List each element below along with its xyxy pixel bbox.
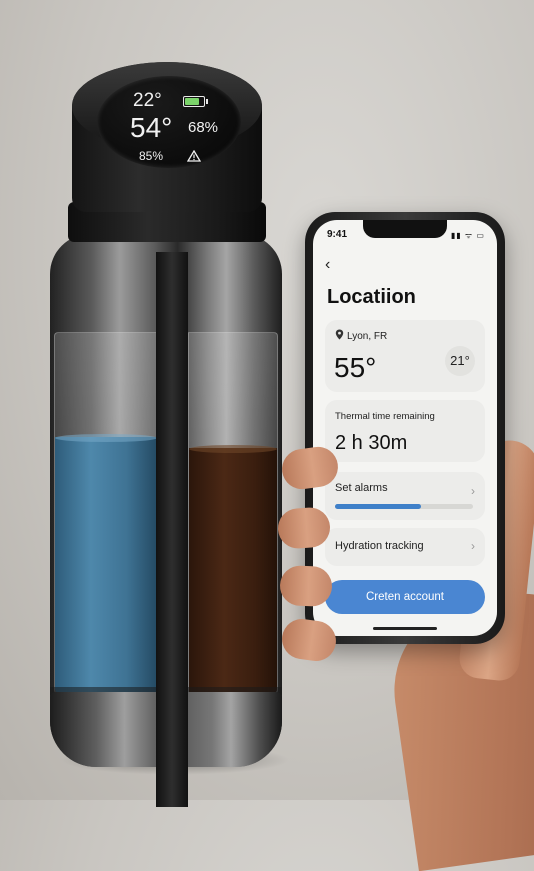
set-alarms-label: Set alarms [335, 482, 388, 494]
display-humidity: 68% [188, 119, 219, 136]
location-card[interactable]: Lyon, FR 55° 21° [325, 320, 485, 392]
warning-icon [187, 150, 201, 162]
status-time: 9:41 [327, 229, 348, 240]
display-level: 85% [139, 149, 164, 163]
hydration-tracking-item[interactable]: Hydration tracking › [325, 528, 485, 566]
location-temp-alt: 21° [445, 346, 475, 376]
chamber-divider [156, 252, 188, 807]
alarm-progress-track[interactable] [335, 504, 473, 509]
location-temp: 55° [334, 352, 377, 383]
create-account-button[interactable]: Creten account [325, 580, 485, 614]
thermal-label: Thermal time remaining [335, 411, 435, 422]
display-ambient-temp: 22° [133, 90, 162, 111]
battery-fill [185, 98, 200, 105]
chevron-left-icon[interactable]: ‹ [325, 256, 330, 274]
chevron-right-icon: › [471, 539, 475, 553]
smartphone: 9:41 ▮▮ ᯤ ▭ ‹ Locatiion Lyon, FR 55° 21°… [305, 212, 505, 644]
coffee-chamber [188, 332, 278, 694]
hydration-label: Hydration tracking [335, 540, 424, 552]
hand-finger [279, 565, 333, 607]
phone-screen: 9:41 ▮▮ ᯤ ▭ ‹ Locatiion Lyon, FR 55° 21°… [313, 220, 497, 636]
page-title: Locatiion [327, 286, 416, 308]
scene: 22° 54° 68% 85% 9:41 ▮▮ ᯤ ▭ ‹ Locatiion [0, 0, 534, 871]
alarm-progress-fill [335, 504, 421, 509]
thermal-card[interactable]: Thermal time remaining 2 h 30m [325, 400, 485, 462]
water-liquid [55, 434, 157, 693]
home-indicator[interactable] [373, 627, 437, 630]
location-name: Lyon, FR [347, 331, 388, 342]
coffee-liquid [189, 445, 277, 693]
thermal-value: 2 h 30m [335, 432, 408, 454]
battery-icon [183, 96, 208, 107]
phone-notch [363, 220, 447, 238]
chevron-right-icon: › [471, 484, 475, 498]
smart-bottle: 22° 54° 68% 85% [50, 62, 282, 807]
display-liquid-temp: 54° [130, 112, 173, 143]
status-icons: ▮▮ ᯤ ▭ [450, 231, 485, 240]
location-pin-icon [335, 329, 344, 340]
set-alarms-item[interactable]: Set alarms › [325, 472, 485, 520]
water-chamber [54, 332, 158, 694]
lid-display: 22° 54° 68% 85% [97, 76, 241, 168]
